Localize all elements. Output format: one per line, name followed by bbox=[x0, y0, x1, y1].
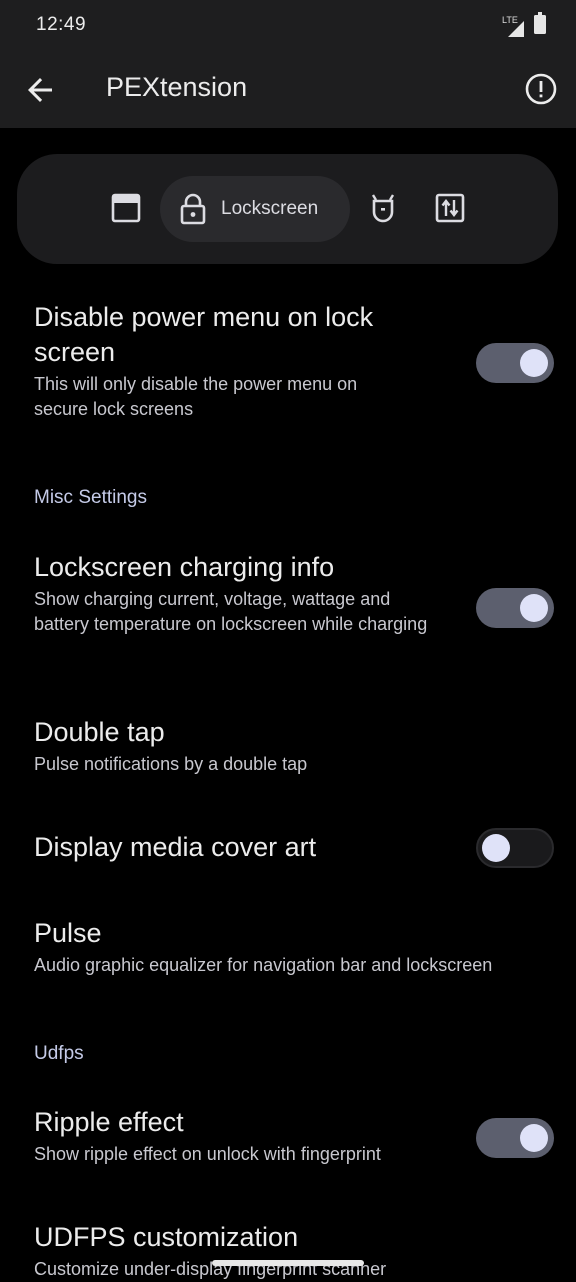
toggle-knob bbox=[520, 1124, 548, 1152]
info-icon bbox=[525, 73, 557, 105]
page-title: PEXtension bbox=[106, 72, 248, 102]
item-title: Disable power menu on lock screen bbox=[34, 302, 374, 367]
lock-icon bbox=[178, 193, 208, 230]
item-subtitle: Audio graphic equalizer for navigation b… bbox=[34, 955, 493, 975]
arrow-back-icon bbox=[28, 78, 52, 102]
list-item-udfps-customization[interactable]: UDFPS customization Customize under-disp… bbox=[34, 1220, 554, 1282]
ripple-effect-toggle[interactable] bbox=[476, 1118, 554, 1158]
charging-info-toggle[interactable] bbox=[476, 588, 554, 628]
item-title: Double tap bbox=[34, 717, 165, 747]
list-item-disable-power-menu[interactable]: Disable power menu on lock screen This w… bbox=[34, 300, 454, 422]
item-title: UDFPS customization bbox=[34, 1222, 299, 1252]
item-subtitle: Show charging current, voltage, wattage … bbox=[34, 589, 428, 634]
android-head-icon bbox=[371, 194, 395, 223]
swap-vertical-icon bbox=[435, 193, 465, 223]
toggle-knob bbox=[482, 834, 510, 862]
back-button[interactable] bbox=[22, 72, 58, 108]
item-title: Ripple effect bbox=[34, 1107, 184, 1137]
list-item-double-tap[interactable]: Double tap Pulse notifications by a doub… bbox=[34, 715, 554, 777]
disable-power-menu-toggle[interactable] bbox=[476, 343, 554, 383]
list-item-media-cover-art[interactable]: Display media cover art bbox=[34, 830, 454, 865]
status-icons: LTE bbox=[502, 12, 546, 39]
list-item-ripple-effect[interactable]: Ripple effect Show ripple effect on unlo… bbox=[34, 1105, 454, 1167]
tab-lockscreen[interactable]: Lockscreen bbox=[160, 176, 350, 242]
tab-lockscreen-label: Lockscreen bbox=[221, 198, 319, 219]
tab-statusbar[interactable] bbox=[108, 190, 144, 226]
home-indicator[interactable] bbox=[212, 1260, 364, 1266]
item-title: Pulse bbox=[34, 918, 102, 948]
list-item-pulse[interactable]: Pulse Audio graphic equalizer for naviga… bbox=[34, 916, 554, 978]
tab-bar: Lockscreen bbox=[17, 154, 558, 264]
section-header-misc: Misc Settings bbox=[34, 487, 147, 508]
battery-icon bbox=[534, 12, 546, 39]
toggle-knob bbox=[520, 594, 548, 622]
status-bar: 12:49 LTE bbox=[0, 0, 576, 50]
list-item-charging-info[interactable]: Lockscreen charging info Show charging c… bbox=[34, 550, 454, 637]
section-header-udfps: Udfps bbox=[34, 1043, 84, 1064]
media-cover-art-toggle[interactable] bbox=[476, 828, 554, 868]
lte-signal-icon: LTE bbox=[502, 15, 526, 39]
status-time: 12:49 bbox=[36, 14, 87, 35]
item-title: Display media cover art bbox=[34, 832, 317, 862]
app-bar: PEXtension bbox=[0, 50, 576, 128]
toggle-knob bbox=[520, 349, 548, 377]
item-subtitle: Pulse notifications by a double tap bbox=[34, 754, 308, 774]
item-subtitle: This will only disable the power menu on… bbox=[34, 374, 358, 419]
tab-misc[interactable] bbox=[365, 190, 401, 226]
item-subtitle: Show ripple effect on unlock with finger… bbox=[34, 1144, 381, 1164]
item-title: Lockscreen charging info bbox=[34, 552, 335, 582]
window-icon bbox=[111, 193, 141, 223]
tab-gestures[interactable] bbox=[432, 190, 468, 226]
network-label: LTE bbox=[502, 15, 518, 25]
info-button[interactable] bbox=[524, 72, 558, 106]
